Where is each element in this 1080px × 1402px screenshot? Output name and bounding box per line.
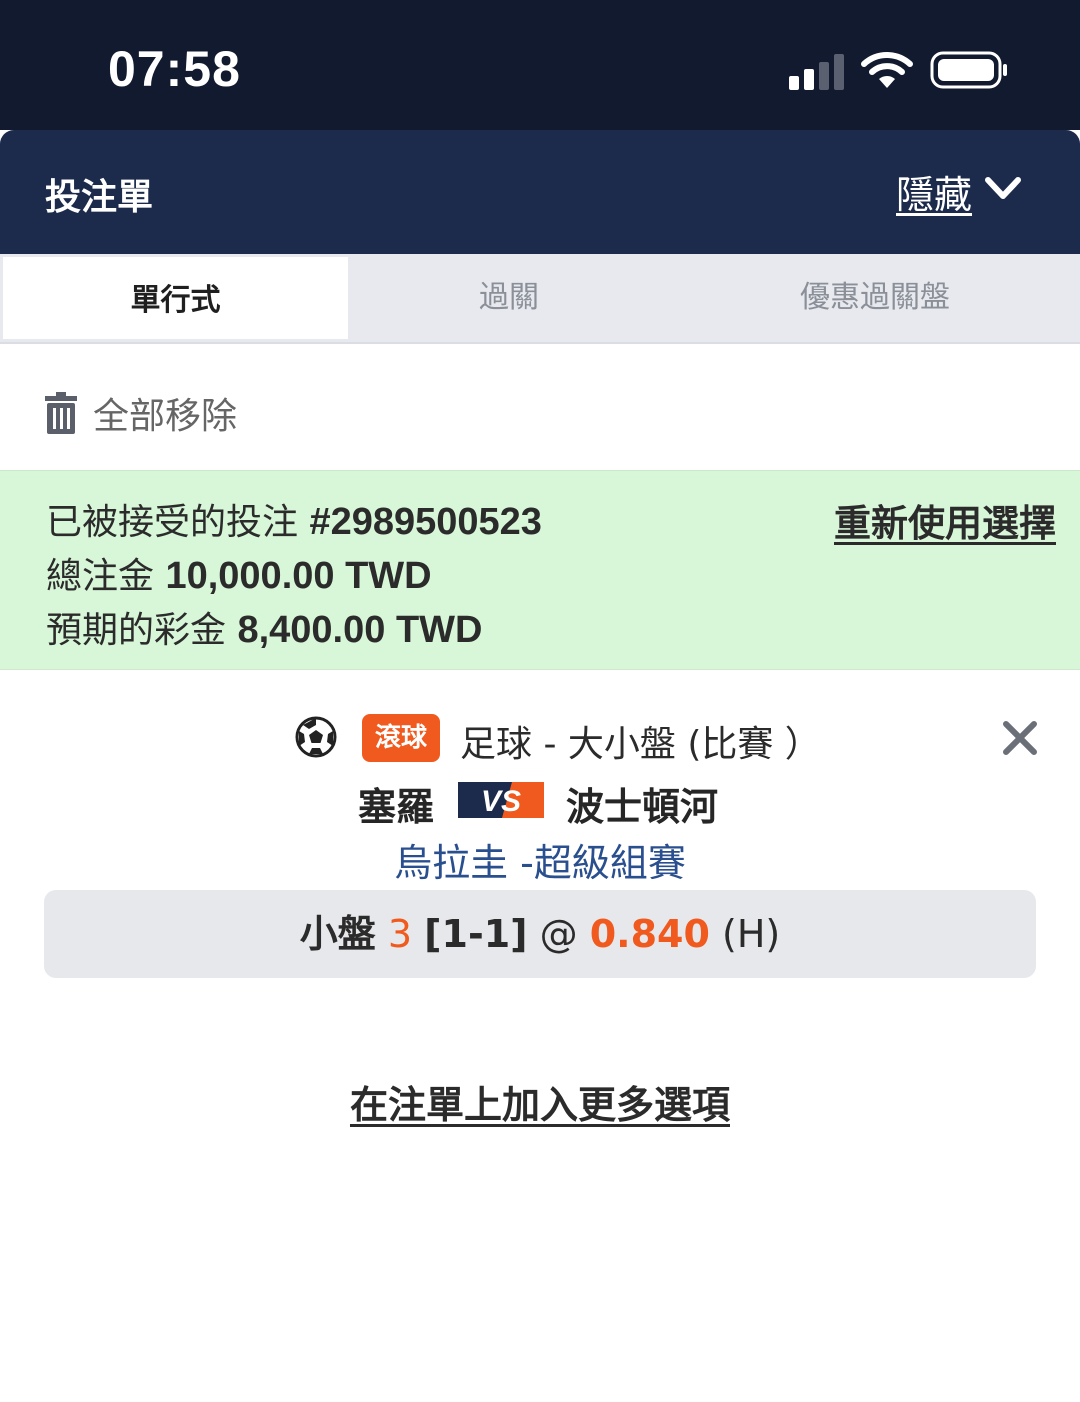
chevron-down-icon[interactable]: [983, 172, 1023, 206]
soccer-ball-icon: [295, 716, 337, 758]
selection-at: @: [539, 912, 578, 956]
match-teams: 塞羅 VS 波士頓河: [0, 772, 1080, 829]
total-stake-line: 總注金 10,000.00 TWD: [46, 547, 432, 599]
bet-type-tabs: 單行式 過關 優惠過關盤: [0, 254, 1080, 344]
bet-accepted-banner: 已被接受的投注 #2989500523 總注金 10,000.00 TWD 預期…: [0, 470, 1080, 670]
tab-promo-parlay[interactable]: 優惠過關盤: [670, 254, 1080, 342]
away-team: 波士頓河: [566, 785, 719, 829]
home-team: 塞羅: [358, 785, 435, 829]
tab-parlay[interactable]: 過關: [348, 254, 670, 342]
bet-card-header: 滾球 足球 - 大小盤 (比賽 ）: [0, 712, 1080, 765]
status-time: 07:58: [108, 41, 241, 97]
hide-button[interactable]: 隱藏: [896, 164, 972, 219]
battery-icon: [930, 51, 1007, 89]
betslip-header: 投注單 隱藏: [0, 130, 1080, 254]
bet-accepted-label: 已被接受的投注: [46, 502, 299, 543]
status-bar: 07:58: [0, 0, 1080, 130]
close-icon[interactable]: [1000, 718, 1040, 758]
vs-text: VS: [481, 785, 521, 818]
selection-score: [1-1]: [424, 912, 528, 956]
selection-line: 3: [387, 912, 413, 956]
live-badge: 滾球: [362, 714, 440, 762]
remove-all-button[interactable]: 全部移除: [45, 388, 237, 438]
betslip-title: 投注單: [45, 177, 154, 218]
remove-all-label: 全部移除: [93, 396, 238, 437]
selection-odds: 0.840: [589, 912, 710, 956]
expected-payout-line: 預期的彩金 8,400.00 TWD: [46, 601, 482, 653]
tab-single[interactable]: 單行式: [0, 254, 348, 342]
bet-selection: 小盤 3 [1-1] @ 0.840 (H): [44, 890, 1036, 978]
expected-payout-label: 預期的彩金: [46, 610, 227, 651]
add-more-selections: 在注單上加入更多選項: [0, 1074, 1080, 1129]
reuse-selection-link[interactable]: 重新使用選擇: [834, 493, 1056, 547]
expected-payout-value: 8,400.00 TWD: [237, 609, 483, 651]
selection-odds-type: (H): [722, 912, 781, 956]
bet-id: #2989500523: [309, 501, 542, 543]
trash-icon: [45, 392, 77, 434]
cellular-signal-icon: [789, 54, 844, 90]
selection-side: 小盤: [299, 912, 376, 956]
market-label: 足球 - 大小盤 (比賽 ）: [460, 724, 821, 765]
bet-accepted-line: 已被接受的投注 #2989500523: [46, 493, 542, 545]
total-stake-label: 總注金: [46, 556, 155, 597]
total-stake-value: 10,000.00 TWD: [165, 555, 432, 597]
add-more-link[interactable]: 在注單上加入更多選項: [350, 1083, 730, 1127]
league-name: 烏拉圭 -超級組賽: [394, 841, 686, 885]
vs-badge: VS: [458, 782, 544, 818]
wifi-icon: [861, 52, 913, 88]
